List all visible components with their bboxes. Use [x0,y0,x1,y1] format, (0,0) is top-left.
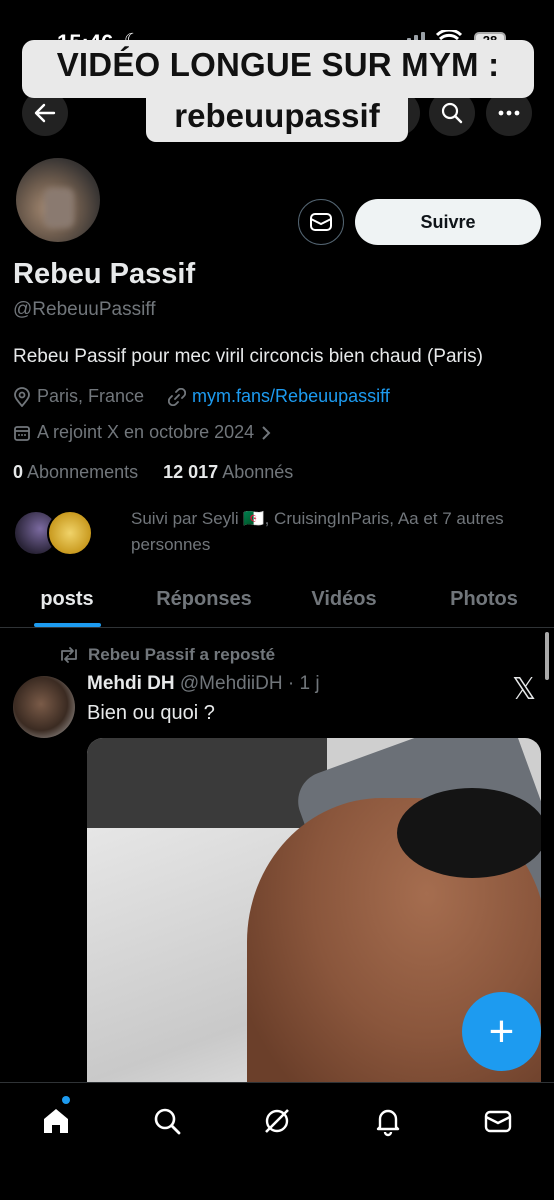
scrollbar[interactable] [545,632,549,680]
followed-by-avatars[interactable] [13,510,93,556]
grok-icon[interactable] [261,1105,293,1137]
profile-location: Paris, France [37,386,145,406]
profile-bio: Rebeu Passif pour mec viril circoncis bi… [13,346,483,367]
followers-link[interactable]: 12 017 Abonnés [163,462,293,482]
post-author-handle: @MehdiiDH · 1 j [179,673,320,694]
tab-replies[interactable]: Réponses [134,572,274,627]
more-dots-icon [498,110,520,116]
link-icon [168,387,187,406]
profile-joined-row[interactable]: A rejoint X en octobre 2024 [13,422,272,443]
caption-line-1: VIDÉO LONGUE SUR MYM : [56,46,500,83]
profile-website-link[interactable]: mym.fans/Rebeuupassiff [192,386,390,407]
message-button[interactable] [298,199,344,245]
repost-label: Rebeu Passif a reposté [88,645,276,664]
following-count: 0 [13,462,24,482]
home-icon[interactable] [40,1105,72,1137]
tab-posts[interactable]: posts [0,572,134,627]
x-logo-icon: 𝕏 [512,673,537,706]
followers-label: Abonnés [222,462,294,482]
profile-name: Rebeu Passif [13,258,196,290]
follow-counts: 0 Abonnements 12 017 Abonnés [13,462,293,483]
notification-dot [62,1096,70,1104]
envelope-icon [310,213,332,231]
chevron-right-icon [262,425,271,440]
calendar-icon [14,425,30,441]
post-text: Bien ou quoi ? [87,702,215,724]
follow-button[interactable]: Suivre [355,199,541,245]
following-label: Abonnements [27,462,139,482]
post-author[interactable]: Mehdi DH @MehdiiDH · 1 j [87,673,320,695]
bottom-navigation [0,1082,554,1200]
envelope-icon[interactable] [482,1105,514,1137]
plus-icon: + [488,1006,515,1056]
search-icon[interactable] [151,1105,183,1137]
tab-videos[interactable]: Vidéos [274,572,414,627]
profile-avatar[interactable] [13,155,103,245]
profile-meta-row: Paris, France mym.fans/Rebeuupassiff [13,386,390,407]
profile-joined: A rejoint X en octobre 2024 [37,422,255,442]
followed-by-text[interactable]: Suivi par Seyli 🇩🇿, CruisingInParis, Aa … [131,506,541,558]
search-icon [441,102,463,124]
post-author-avatar[interactable] [13,676,75,738]
repost-icon [61,647,77,663]
repost-indicator: Rebeu Passif a reposté [58,645,275,665]
arrow-left-icon [34,103,56,123]
following-link[interactable]: 0 Abonnements [13,462,138,482]
location-pin-icon [14,386,30,407]
profile-tabs: posts Réponses Vidéos Photos [0,572,554,628]
followers-count: 12 017 [163,462,219,482]
compose-button[interactable]: + [462,992,541,1071]
bell-icon[interactable] [372,1105,404,1137]
tab-photos[interactable]: Photos [414,572,554,627]
caption-line-2: rebeuupassif [174,97,380,134]
avatar [47,510,93,556]
profile-handle: @RebeuuPassiff [13,299,156,320]
post-author-name: Mehdi DH [87,673,175,694]
